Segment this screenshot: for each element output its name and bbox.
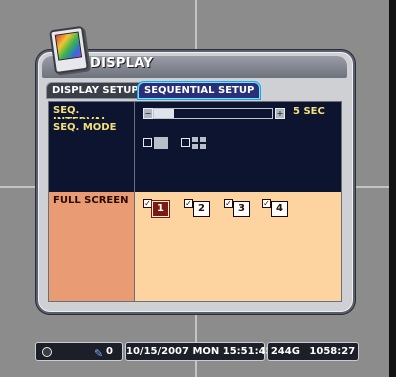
quad-view-icon-part: [200, 137, 206, 142]
interval-increase-button[interactable]: +: [275, 108, 285, 119]
camera-3-checkbox[interactable]: ✓: [224, 199, 233, 208]
dialog-title: DISPLAY: [90, 56, 154, 71]
quad-view-icon-part: [200, 144, 206, 149]
seq-mode-label: SEQ. MODE: [49, 119, 135, 192]
tab-sequential-setup[interactable]: SEQUENTIAL SETUP: [138, 82, 261, 99]
camera-1-number: 1: [152, 201, 169, 217]
full-screen-label: FULL SCREEN: [49, 192, 135, 301]
status-storage: 244G 1058:27: [267, 342, 359, 361]
interval-value: 5 SEC: [293, 106, 325, 117]
status-datetime: 10/15/2007 MON 15:51:45: [125, 342, 273, 361]
seq-interval-label: SEQ. INTERVAL: [49, 102, 135, 127]
status-bar: ✎ 0 10/15/2007 MON 15:51:45 244G 1058:27: [35, 342, 359, 361]
camera-2-number: 2: [193, 201, 210, 217]
camera-4-checkbox[interactable]: ✓: [262, 199, 271, 208]
quad-view-icon: [192, 137, 198, 142]
camera-1-checkbox[interactable]: ✓: [143, 199, 152, 208]
single-view-checkbox[interactable]: [143, 138, 152, 147]
clock-icon: [42, 347, 52, 357]
storage-size: 244G: [270, 346, 300, 357]
pen-icon: ✎: [94, 347, 104, 360]
tab-display-setup[interactable]: DISPLAY SETUP: [46, 82, 145, 99]
interval-decrease-button[interactable]: −: [143, 108, 153, 119]
single-view-icon: [154, 137, 168, 149]
status-segment-left: ✎ 0: [35, 342, 123, 361]
quad-view-checkbox[interactable]: [181, 138, 190, 147]
camera-4-number: 4: [271, 201, 288, 217]
interval-slider-fill: [154, 109, 175, 118]
seq-mode-row: SEQ. MODE: [49, 119, 341, 193]
monitor-icon: [49, 25, 89, 75]
interval-slider[interactable]: [153, 108, 273, 119]
right-edge-border: [389, 0, 396, 377]
recording-time: 1058:27: [309, 346, 356, 357]
camera-2-checkbox[interactable]: ✓: [184, 199, 193, 208]
quad-view-icon-part: [192, 144, 198, 149]
event-count: 0: [106, 346, 113, 357]
monitor-screen-graphic: [54, 31, 83, 61]
camera-3-number: 3: [233, 201, 250, 217]
